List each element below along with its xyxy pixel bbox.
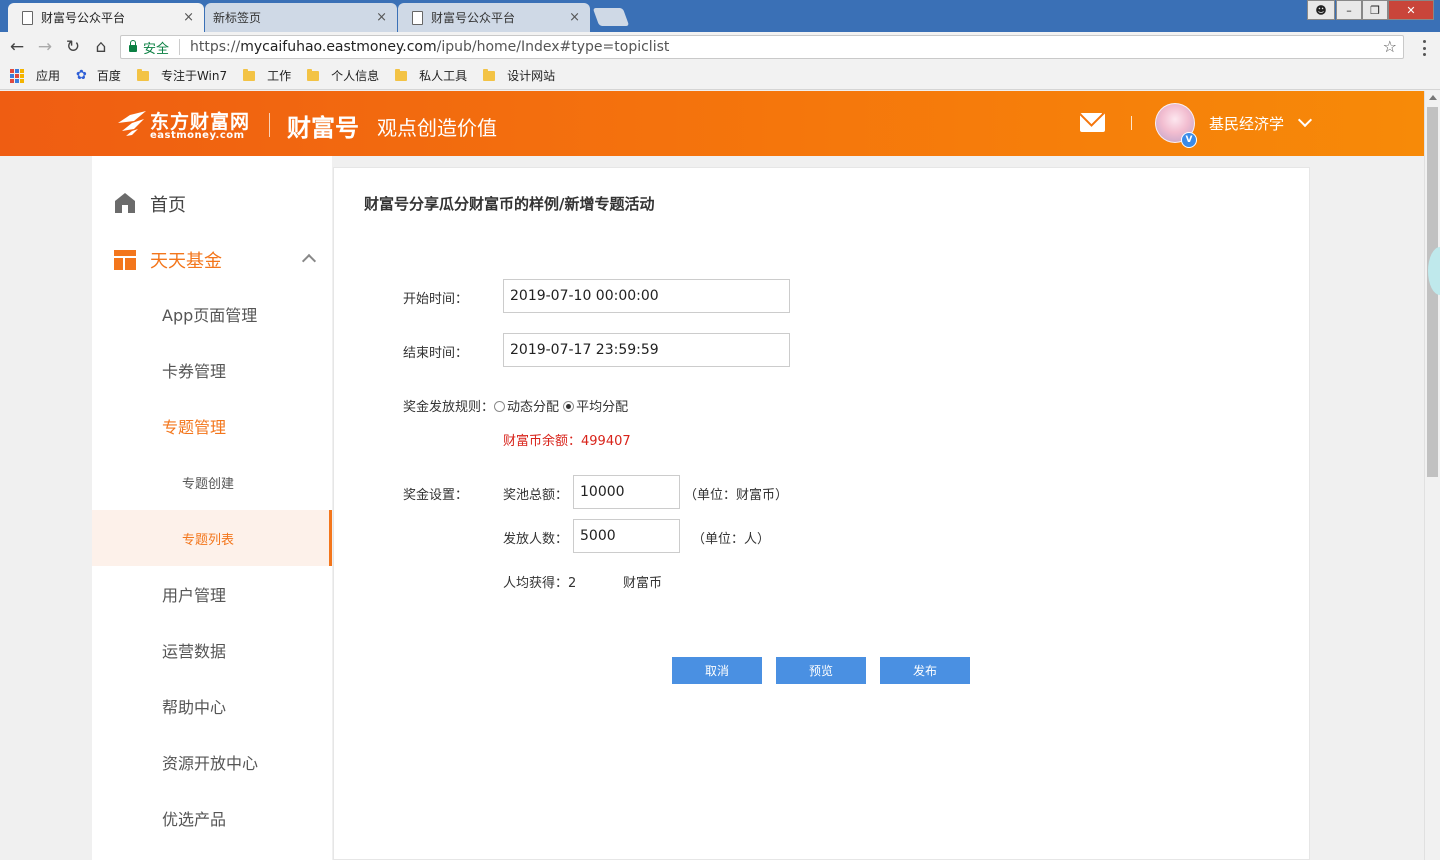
browser-tab-active[interactable]: 财富号公众平台 × xyxy=(8,3,204,32)
sidebar-item-open-resources[interactable]: 资源开放中心 xyxy=(92,734,332,790)
lock-icon xyxy=(129,40,137,52)
tab-title: 财富号公众平台 xyxy=(431,11,516,25)
folder-icon xyxy=(395,68,408,81)
bookmark-baidu[interactable]: ✿ 百度 xyxy=(76,67,121,84)
tab-title: 财富号公众平台 xyxy=(41,11,126,25)
start-time-input[interactable] xyxy=(503,279,790,313)
sidebar-item-app-pages[interactable]: App页面管理 xyxy=(92,286,332,342)
mail-icon[interactable] xyxy=(1080,113,1105,132)
end-time-input[interactable] xyxy=(503,333,790,367)
verified-badge: V xyxy=(1181,132,1197,148)
home-icon[interactable]: ⌂ xyxy=(90,36,112,58)
bookmark-design-sites[interactable]: 设计网站 xyxy=(483,67,555,84)
reload-icon[interactable]: ↻ xyxy=(62,36,84,58)
balance-text: 财富币余额：499407 xyxy=(503,434,631,449)
brand-name[interactable]: 财富号 xyxy=(287,108,359,143)
folder-icon xyxy=(243,68,256,81)
sidebar-item-fund[interactable]: 天天基金 xyxy=(92,232,332,288)
browser-tab-strip: 财富号公众平台 × 新标签页 × 财富号公众平台 × ☻ – ❐ ✕ xyxy=(0,0,1440,32)
document-icon xyxy=(412,10,423,25)
bookmark-work[interactable]: 工作 xyxy=(243,67,291,84)
forward-icon[interactable]: → xyxy=(34,36,56,58)
page-title: 财富号分享瓜分财富币的样例/新增专题活动 xyxy=(364,195,655,213)
rule-option-average[interactable]: 平均分配 xyxy=(563,400,628,415)
sidebar-item-users[interactable]: 用户管理 xyxy=(92,566,332,622)
browser-tab-newtab[interactable]: 新标签页 × xyxy=(205,3,397,32)
content-panel: 财富号分享瓜分财富币的样例/新增专题活动 开始时间： 结束时间： 奖金发放规则：… xyxy=(333,167,1310,860)
folder-icon xyxy=(136,68,149,81)
publish-button[interactable]: 发布 xyxy=(880,657,970,684)
apps-grid-icon xyxy=(10,68,24,83)
brand-slogan: 观点创造价值 xyxy=(377,116,497,140)
radio-average[interactable] xyxy=(563,401,575,412)
recipient-count-input[interactable] xyxy=(573,519,680,553)
url-text[interactable]: https://mycaifuhao.eastmoney.com/ipub/ho… xyxy=(190,39,669,55)
prize-rule-label: 奖金发放规则： xyxy=(403,400,495,415)
pool-total-label: 奖池总额： xyxy=(503,488,569,503)
pool-total-input[interactable] xyxy=(573,475,680,509)
sidebar-item-topics[interactable]: 专题管理 xyxy=(92,398,332,454)
browser-tab-third[interactable]: 财富号公众平台 × xyxy=(398,3,590,32)
recipient-count-label: 发放人数： xyxy=(503,532,569,547)
end-time-label: 结束时间： xyxy=(403,346,469,361)
sidebar-item-home[interactable]: 首页 xyxy=(92,176,332,232)
scroll-up-arrow-icon[interactable] xyxy=(1429,95,1437,100)
close-tab-icon[interactable]: × xyxy=(569,10,580,25)
secure-label: 安全 xyxy=(143,41,170,57)
bookmark-star-icon[interactable]: ☆ xyxy=(1383,37,1397,56)
restore-icon[interactable]: ❐ xyxy=(1362,0,1388,20)
baidu-paw-icon: ✿ xyxy=(76,68,87,83)
cancel-button[interactable]: 取消 xyxy=(672,657,762,684)
user-name[interactable]: 基民经济学 xyxy=(1209,113,1284,134)
page-scrollbar[interactable] xyxy=(1424,91,1440,860)
document-icon xyxy=(22,10,33,25)
address-bar[interactable]: 安全 https://mycaifuhao.eastmoney.com/ipub… xyxy=(120,35,1404,59)
browser-menu-icon[interactable] xyxy=(1416,38,1432,58)
bookmarks-bar: 应用 ✿ 百度 专注于Win7 工作 个人信息 私人工具 设计网站 xyxy=(0,62,1440,90)
prize-settings-label: 奖金设置： xyxy=(403,488,469,503)
sidebar-item-operations-data[interactable]: 运营数据 xyxy=(92,622,332,678)
close-tab-icon[interactable]: × xyxy=(376,10,387,25)
tab-title: 新标签页 xyxy=(213,11,262,25)
minimize-icon[interactable]: – xyxy=(1336,0,1362,20)
bookmark-win7[interactable]: 专注于Win7 xyxy=(136,67,227,84)
sidebar: 首页 天天基金 App页面管理 卡券管理 专题管理 专题创建 专题列表 用户管理… xyxy=(92,156,332,860)
chevron-down-icon[interactable] xyxy=(1297,112,1313,128)
user-profile-icon[interactable]: ☻ xyxy=(1307,0,1335,20)
new-tab-button[interactable] xyxy=(592,8,630,26)
sidebar-item-topic-list[interactable]: 专题列表 xyxy=(92,510,332,566)
prize-rule-group: 奖金发放规则： 动态分配 平均分配 xyxy=(403,396,628,415)
sidebar-item-coupons[interactable]: 卡券管理 xyxy=(92,342,332,398)
average-reward-unit: 财富币 xyxy=(623,576,663,591)
bookmark-personal-info[interactable]: 个人信息 xyxy=(307,67,379,84)
bookmark-private-tools[interactable]: 私人工具 xyxy=(395,67,467,84)
logo-en-text: eastmoney.com xyxy=(150,130,245,141)
folder-icon xyxy=(307,68,320,81)
rule-option-dynamic[interactable]: 动态分配 xyxy=(494,400,559,415)
sidebar-item-help[interactable]: 帮助中心 xyxy=(92,678,332,734)
site-header: 东方财富网 eastmoney.com 财富号 观点创造价值 V 基民经济学 xyxy=(0,91,1424,156)
average-reward-text: 人均获得：2 xyxy=(503,576,577,591)
window-close-icon[interactable]: ✕ xyxy=(1388,0,1434,20)
browser-toolbar: ← → ↻ ⌂ 安全 https://mycaifuhao.eastmoney.… xyxy=(0,32,1440,62)
radio-dynamic[interactable] xyxy=(494,401,506,412)
sidebar-item-products[interactable]: 优选产品 xyxy=(92,790,332,846)
folder-icon xyxy=(483,68,496,81)
sidebar-item-topic-create[interactable]: 专题创建 xyxy=(92,454,332,510)
close-tab-icon[interactable]: × xyxy=(183,10,194,25)
bookmark-apps[interactable]: 应用 xyxy=(10,67,60,84)
pool-unit-label: （单位：财富币） xyxy=(684,488,789,503)
back-icon[interactable]: ← xyxy=(6,36,28,58)
start-time-label: 开始时间： xyxy=(403,292,469,307)
preview-button[interactable]: 预览 xyxy=(776,657,866,684)
eastmoney-logo-icon xyxy=(118,111,146,136)
count-unit-label: （单位：人） xyxy=(692,532,771,547)
